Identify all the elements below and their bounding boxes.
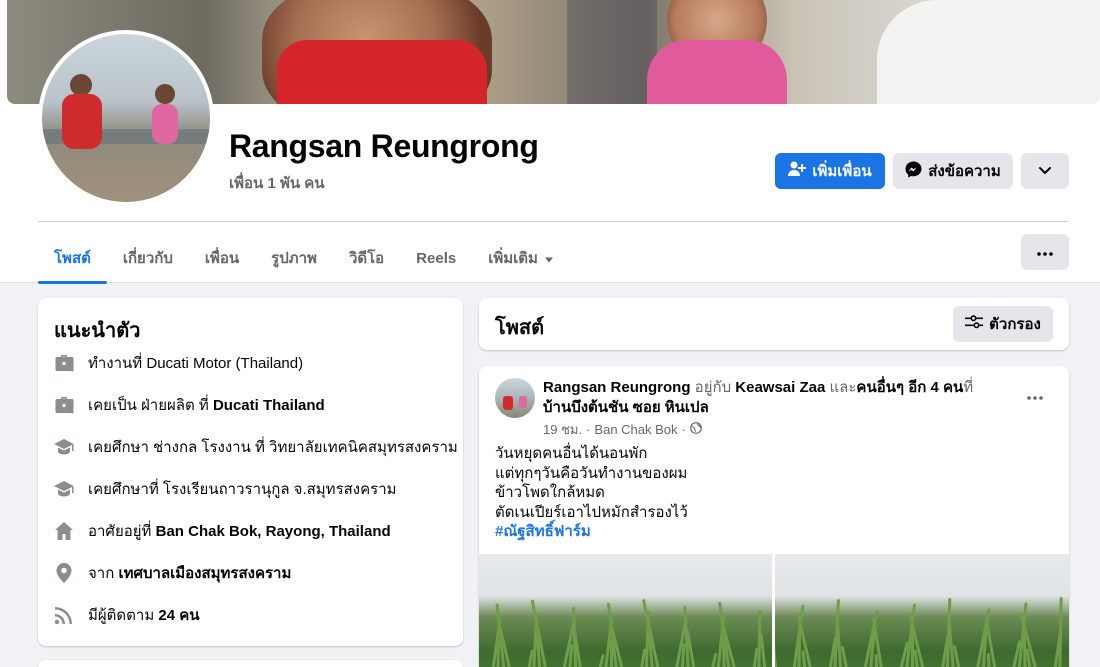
next-card-peek — [38, 660, 463, 667]
post-meta: 19 ชม. · Ban Chak Bok · — [543, 419, 702, 440]
location-pin-icon — [52, 561, 76, 585]
post-options-button[interactable] — [1017, 384, 1053, 408]
tabs-more-options-button[interactable] — [1021, 234, 1069, 270]
intro-item-school: เคยศึกษาที่ โรงเรียนถาวรานุกูล จ.สมุทรสง… — [52, 475, 397, 503]
home-icon — [52, 519, 76, 543]
rss-feed-icon — [52, 603, 76, 627]
profile-name: Rangsan Reungrong — [229, 128, 539, 164]
tab-friends[interactable]: เพื่อน — [189, 233, 255, 283]
post-photo-2[interactable] — [775, 554, 1069, 667]
filter-sliders-icon — [965, 315, 984, 333]
tab-photos[interactable]: รูปภาพ — [255, 233, 333, 283]
globe-icon[interactable] — [689, 422, 702, 437]
tab-more[interactable]: เพิ่มเติม — [472, 233, 570, 283]
friend-count[interactable]: เพื่อน 1 พัน คน — [229, 171, 325, 195]
intro-card: แนะนำตัว ทำงานที่ Ducati Motor (Thailand… — [38, 298, 463, 646]
intro-item-from: จาก เทศบาลเมืองสมุทรสงคราม — [52, 559, 291, 587]
intro-title: แนะนำตัว — [54, 320, 141, 342]
post-author-link[interactable]: Rangsan Reungrong — [543, 379, 691, 396]
post-place-link[interactable]: บ้านบึงต้นชัน ซอย หินเปล — [543, 399, 709, 416]
caret-down-icon — [544, 250, 554, 267]
intro-item-past-work: เคยเป็น ฝ่ายผลิต ที่ Ducati Thailand — [52, 391, 325, 419]
filter-label: ตัวกรอง — [989, 316, 1041, 333]
post-text-line: แต่ทุกๆวันคือวันทำงานของผม — [495, 464, 688, 482]
intro-item-college: เคยศึกษา ช่างกล โรงงาน ที่ วิทยาลัยเทคนิ… — [52, 433, 458, 461]
message-label: ส่งข้อความ — [928, 163, 1001, 180]
post-card: Rangsan Reungrong อยู่กับ Keawsai Zaa แล… — [479, 366, 1069, 667]
grass-blade — [479, 654, 482, 667]
post-photo-1[interactable] — [479, 554, 772, 667]
post-hashtag[interactable]: #ณัฐสิทธิ์ฟาร์ม — [495, 522, 688, 542]
posts-header-card: โพสต์ ตัวกรอง — [479, 298, 1069, 350]
grass-blade — [1058, 596, 1064, 667]
add-friend-button[interactable]: เพิ่มเพื่อน — [775, 153, 885, 189]
more-dots-icon — [1027, 387, 1043, 405]
profile-avatar[interactable] — [38, 30, 214, 206]
graduation-cap-icon — [52, 435, 76, 459]
hometown-link[interactable]: เทศบาลเมืองสมุทรสงคราม — [118, 565, 291, 582]
intro-item-lives-in: อาศัยอยู่ที่ Ban Chak Bok, Rayong, Thail… — [52, 517, 391, 545]
post-timestamp[interactable]: 19 ชม. — [543, 419, 582, 440]
current-city-link[interactable]: Ban Chak Bok, Rayong, Thailand — [156, 523, 391, 540]
tab-videos[interactable]: วิดีโอ — [333, 233, 400, 283]
grass-blade — [592, 653, 605, 667]
tab-reels[interactable]: Reels — [400, 233, 472, 283]
profile-dropdown-button[interactable] — [1021, 153, 1069, 189]
intro-item-work: ทำงานที่ Ducati Motor (Thailand) — [52, 349, 303, 377]
tab-about[interactable]: เกี่ยวกับ — [107, 233, 189, 283]
more-dots-icon — [1037, 243, 1053, 261]
profile-header: Rangsan Reungrong เพื่อน 1 พัน คน เพิ่มเ… — [0, 0, 1100, 284]
grass-blade — [840, 645, 853, 667]
grass-blade — [705, 652, 718, 667]
header-divider — [38, 221, 1069, 222]
tagged-others-link[interactable]: คนอื่นๆ อีก 4 คน — [856, 379, 963, 396]
post-text-line: ข้าวโพดใกล้หมด — [495, 484, 605, 501]
tab-posts[interactable]: โพสต์ — [38, 233, 107, 284]
add-person-icon — [788, 161, 807, 181]
intro-item-followers: มีผู้ติดตาม 24 คน — [52, 601, 200, 629]
add-friend-label: เพิ่มเพื่อน — [812, 163, 872, 180]
post-location[interactable]: Ban Chak Bok — [594, 422, 677, 437]
past-employer-link[interactable]: Ducati Thailand — [213, 397, 325, 414]
graduation-cap-icon — [52, 477, 76, 501]
briefcase-icon — [52, 393, 76, 417]
post-author-avatar[interactable] — [495, 378, 535, 418]
followers-link[interactable]: 24 คน — [158, 607, 199, 624]
posts-title: โพสต์ — [495, 317, 545, 339]
chevron-down-icon — [1038, 163, 1052, 180]
post-body: วันหยุดคนอื่นได้นอนพัก แต่ทุกๆวันคือวันท… — [495, 444, 688, 542]
filter-button[interactable]: ตัวกรอง — [953, 306, 1053, 342]
grass-blade — [775, 620, 781, 667]
tagged-person-link[interactable]: Keawsai Zaa — [735, 379, 825, 396]
profile-tabs: โพสต์ เกี่ยวกับ เพื่อน รูปภาพ วิดีโอ Ree… — [38, 233, 570, 284]
message-button[interactable]: ส่งข้อความ — [893, 153, 1013, 189]
post-text-line: วันหยุดคนอื่นได้นอนพัก — [495, 445, 648, 462]
post-text-line: ตัดเนเปียร์เอาไปหมักสำรองไว้ — [495, 503, 688, 521]
messenger-icon — [905, 161, 922, 182]
grass-blade — [759, 633, 770, 667]
briefcase-icon — [52, 351, 76, 375]
post-header-text: Rangsan Reungrong อยู่กับ Keawsai Zaa แล… — [543, 379, 974, 416]
